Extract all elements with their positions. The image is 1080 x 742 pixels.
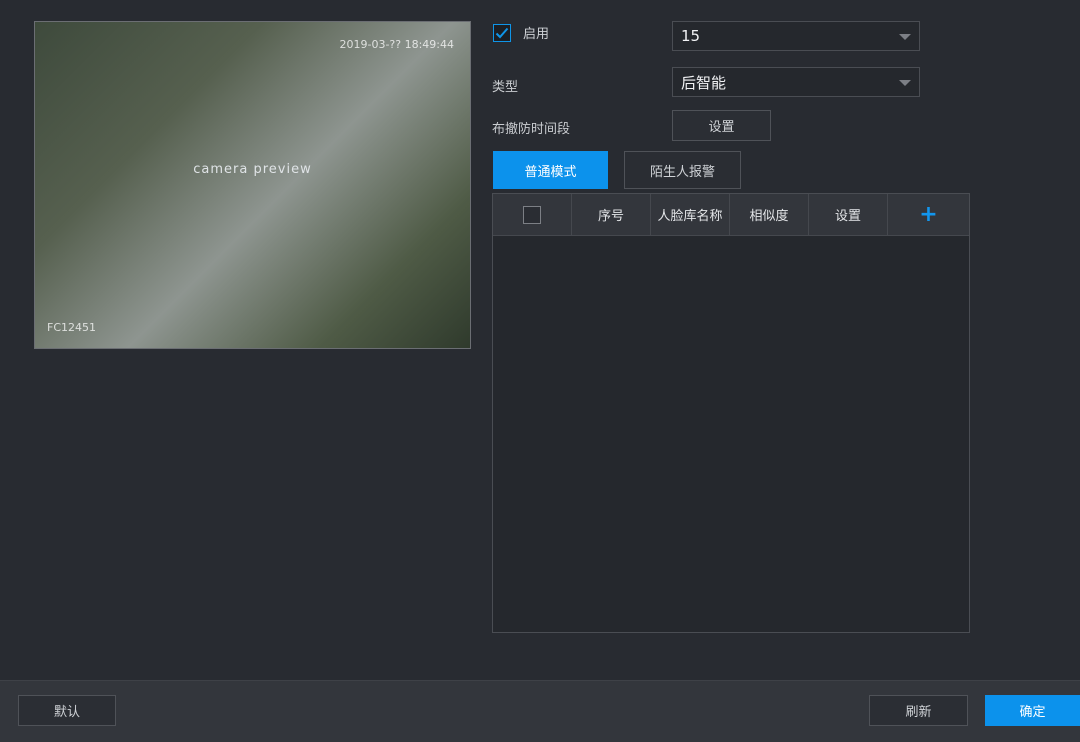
- plus-icon: +: [919, 201, 938, 227]
- type-label: 类型: [492, 80, 519, 95]
- enable-checkbox[interactable]: [493, 23, 511, 42]
- column-header-settings: 设置: [809, 194, 888, 235]
- type-select[interactable]: 后智能: [672, 67, 920, 97]
- schedule-setup-button[interactable]: 设置: [672, 110, 771, 141]
- schedule-label: 布撤防时间段: [492, 122, 571, 137]
- channel-name-osd: FC12451: [47, 321, 97, 334]
- tab-normal-mode[interactable]: 普通模式: [493, 151, 608, 189]
- refresh-button[interactable]: 刷新: [869, 695, 968, 726]
- select-all-cell[interactable]: [493, 194, 572, 235]
- face-library-table: 序号 人脸库名称 相似度 设置 +: [492, 193, 970, 633]
- camera-preview: camera preview 2019-03-?? 18:49:44 FC124…: [34, 21, 471, 349]
- enable-row[interactable]: 启用: [493, 23, 549, 42]
- column-header-similarity: 相似度: [730, 194, 809, 235]
- tab-stranger-alarm[interactable]: 陌生人报警: [624, 151, 741, 189]
- checkmark-icon: [495, 27, 509, 38]
- timestamp-osd: 2019-03-?? 18:49:44: [339, 38, 454, 51]
- default-button[interactable]: 默认: [18, 695, 116, 726]
- confirm-button[interactable]: 确定: [985, 695, 1080, 726]
- column-header-index: 序号: [572, 194, 651, 235]
- preview-placeholder: camera preview: [193, 162, 312, 177]
- channel-select-value: 15: [681, 27, 701, 45]
- select-all-checkbox[interactable]: [523, 205, 541, 224]
- table-header: 序号 人脸库名称 相似度 设置 +: [493, 194, 969, 236]
- caret-down-icon: [899, 34, 911, 40]
- column-header-library-name: 人脸库名称: [651, 194, 730, 235]
- type-select-value: 后智能: [681, 73, 727, 92]
- add-row-button[interactable]: +: [888, 194, 969, 235]
- enable-label: 启用: [523, 27, 550, 42]
- caret-down-icon: [899, 80, 911, 86]
- channel-select[interactable]: 15: [672, 21, 920, 51]
